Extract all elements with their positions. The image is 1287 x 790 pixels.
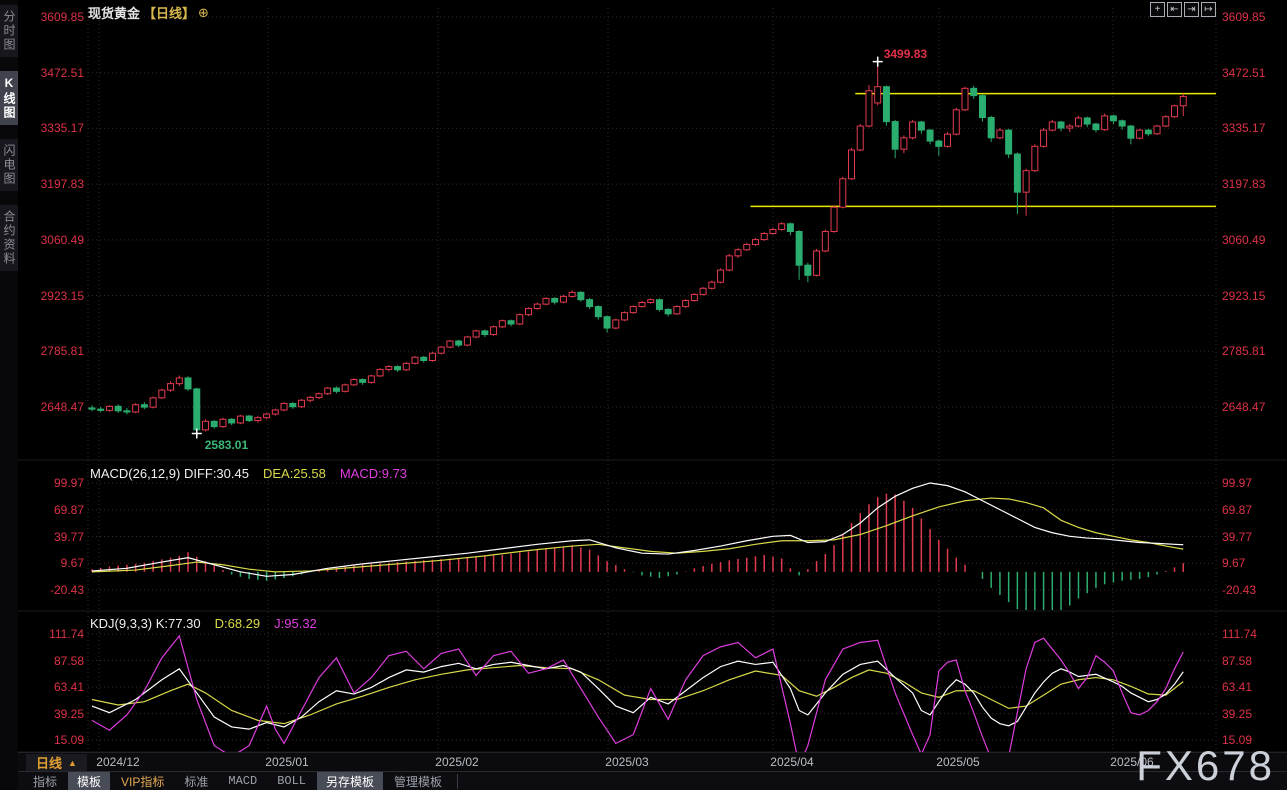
toolbar-tab-hl[interactable]: 另存模板 bbox=[317, 772, 383, 790]
scale-left-icon[interactable]: ⇤ bbox=[1167, 2, 1182, 17]
toolbar-tab-mono[interactable]: MACD bbox=[219, 773, 266, 789]
period-selector[interactable]: 日线 ▲ bbox=[26, 754, 87, 771]
price-tick-right: 111.74 bbox=[1222, 627, 1257, 641]
pan-right-icon[interactable]: ↦ bbox=[1201, 2, 1216, 17]
price-tick-right: 9.67 bbox=[1222, 556, 1245, 570]
toolbar-separator bbox=[457, 774, 458, 789]
price-tick-left: 3060.49 bbox=[28, 233, 84, 247]
price-tick-left: -20.43 bbox=[28, 583, 84, 597]
price-tick-right: 3609.85 bbox=[1222, 10, 1265, 24]
price-tick-right: 69.87 bbox=[1222, 503, 1252, 517]
price-tick-left: 3335.17 bbox=[28, 121, 84, 135]
kdj-j-value: J:95.32 bbox=[274, 616, 317, 631]
toolbar-tab-plain[interactable]: 指标 bbox=[24, 772, 66, 790]
price-tick-left: 9.67 bbox=[28, 556, 84, 570]
price-tick-right: 3472.51 bbox=[1222, 66, 1265, 80]
price-tick-right: -20.43 bbox=[1222, 583, 1256, 597]
watermark-logo: FX678 bbox=[1136, 742, 1275, 790]
price-tick-left: 15.09 bbox=[28, 733, 84, 747]
chart-tool-buttons: +⇤⇥↦ bbox=[1150, 2, 1216, 17]
x-axis-label: 2025/01 bbox=[265, 755, 308, 769]
price-tick-left: 87.58 bbox=[28, 654, 84, 668]
kdj-header: KDJ(9,3,3) K:77.30 D:68.29 J:95.32 bbox=[90, 616, 317, 631]
price-tick-right: 3335.17 bbox=[1222, 121, 1265, 135]
price-tick-left: 99.97 bbox=[28, 476, 84, 490]
price-tick-right: 2923.15 bbox=[1222, 289, 1265, 303]
chart-type-sidebar: 分时图 K线图闪电图合约资料 bbox=[0, 0, 18, 790]
price-tick-left: 3609.85 bbox=[28, 10, 84, 24]
macd-dea-value: DEA:25.58 bbox=[263, 466, 326, 481]
price-tick-left: 2923.15 bbox=[28, 289, 84, 303]
macd-macd-value: MACD:9.73 bbox=[340, 466, 407, 481]
price-tick-left: 63.41 bbox=[28, 680, 84, 694]
price-tick-left: 2785.81 bbox=[28, 344, 84, 358]
period-label: 日线 bbox=[36, 753, 62, 772]
price-tick-left: 111.74 bbox=[28, 627, 84, 641]
sidebar-item-tab[interactable]: 分时图 bbox=[0, 5, 18, 57]
toolbar-tab-plain[interactable]: 管理模板 bbox=[385, 772, 451, 790]
trading-app-window: 分时图 K线图闪电图合约资料 现货黄金 【日线】 ⊕ +⇤⇥↦ MACD(26,1… bbox=[0, 0, 1287, 790]
macd-header: MACD(26,12,9) DIFF:30.45 DEA:25.58 MACD:… bbox=[90, 466, 407, 481]
high-price-annotation: 3499.83 bbox=[884, 47, 927, 61]
add-indicator-icon[interactable]: ⊕ bbox=[198, 5, 209, 21]
toolbar-tab-hl[interactable]: 模板 bbox=[68, 772, 110, 790]
x-axis-label: 2025/03 bbox=[605, 755, 648, 769]
toolbar-tab-plain[interactable]: 标准 bbox=[175, 772, 217, 790]
price-tick-right: 39.25 bbox=[1222, 707, 1252, 721]
low-price-annotation: 2583.01 bbox=[205, 438, 248, 452]
price-tick-left: 39.77 bbox=[28, 530, 84, 544]
price-tick-right: 3060.49 bbox=[1222, 233, 1265, 247]
price-tick-right: 99.97 bbox=[1222, 476, 1252, 490]
period-tag: 【日线】 bbox=[143, 3, 195, 22]
price-tick-right: 2648.47 bbox=[1222, 400, 1265, 414]
x-axis-label: 2025/05 bbox=[936, 755, 979, 769]
kdj-d-value: D:68.29 bbox=[215, 616, 261, 631]
price-tick-right: 39.77 bbox=[1222, 530, 1252, 544]
x-axis-label: 2025/02 bbox=[435, 755, 478, 769]
price-tick-right: 3197.83 bbox=[1222, 177, 1265, 191]
sidebar-item-active[interactable]: K线图 bbox=[0, 71, 18, 125]
price-tick-left: 2648.47 bbox=[28, 400, 84, 414]
crosshair-icon[interactable]: + bbox=[1150, 2, 1165, 17]
chart-title-row: 现货黄金 【日线】 ⊕ bbox=[88, 3, 209, 22]
period-arrow-icon: ▲ bbox=[68, 758, 77, 768]
macd-name-and-diff: MACD(26,12,9) DIFF:30.45 bbox=[90, 466, 249, 481]
indicator-toolbar: 指标模板VIP指标标准MACDBOLL另存模板管理模板 bbox=[18, 771, 1287, 790]
price-tick-left: 3472.51 bbox=[28, 66, 84, 80]
x-axis-label: 2024/12 bbox=[96, 755, 139, 769]
sidebar-item-tab[interactable]: 闪电图 bbox=[0, 139, 18, 191]
chart-canvas[interactable] bbox=[0, 0, 1287, 790]
price-tick-left: 3197.83 bbox=[28, 177, 84, 191]
price-tick-right: 2785.81 bbox=[1222, 344, 1265, 358]
instrument-name: 现货黄金 bbox=[88, 3, 140, 22]
sidebar-item-tab[interactable]: 合约资料 bbox=[0, 205, 18, 271]
price-tick-left: 39.25 bbox=[28, 707, 84, 721]
kdj-name-and-k: KDJ(9,3,3) K:77.30 bbox=[90, 616, 201, 631]
price-tick-right: 63.41 bbox=[1222, 680, 1252, 694]
toolbar-tab-vip[interactable]: VIP指标 bbox=[112, 772, 173, 790]
date-axis-row: 日线 ▲ 2024/12 2025/01 2025/02 2025/03 2025/04… bbox=[18, 752, 1287, 771]
scale-right-icon[interactable]: ⇥ bbox=[1184, 2, 1199, 17]
price-tick-right: 87.58 bbox=[1222, 654, 1252, 668]
toolbar-tab-mono[interactable]: BOLL bbox=[268, 773, 315, 789]
price-tick-left: 69.87 bbox=[28, 503, 84, 517]
x-axis-label: 2025/04 bbox=[770, 755, 813, 769]
